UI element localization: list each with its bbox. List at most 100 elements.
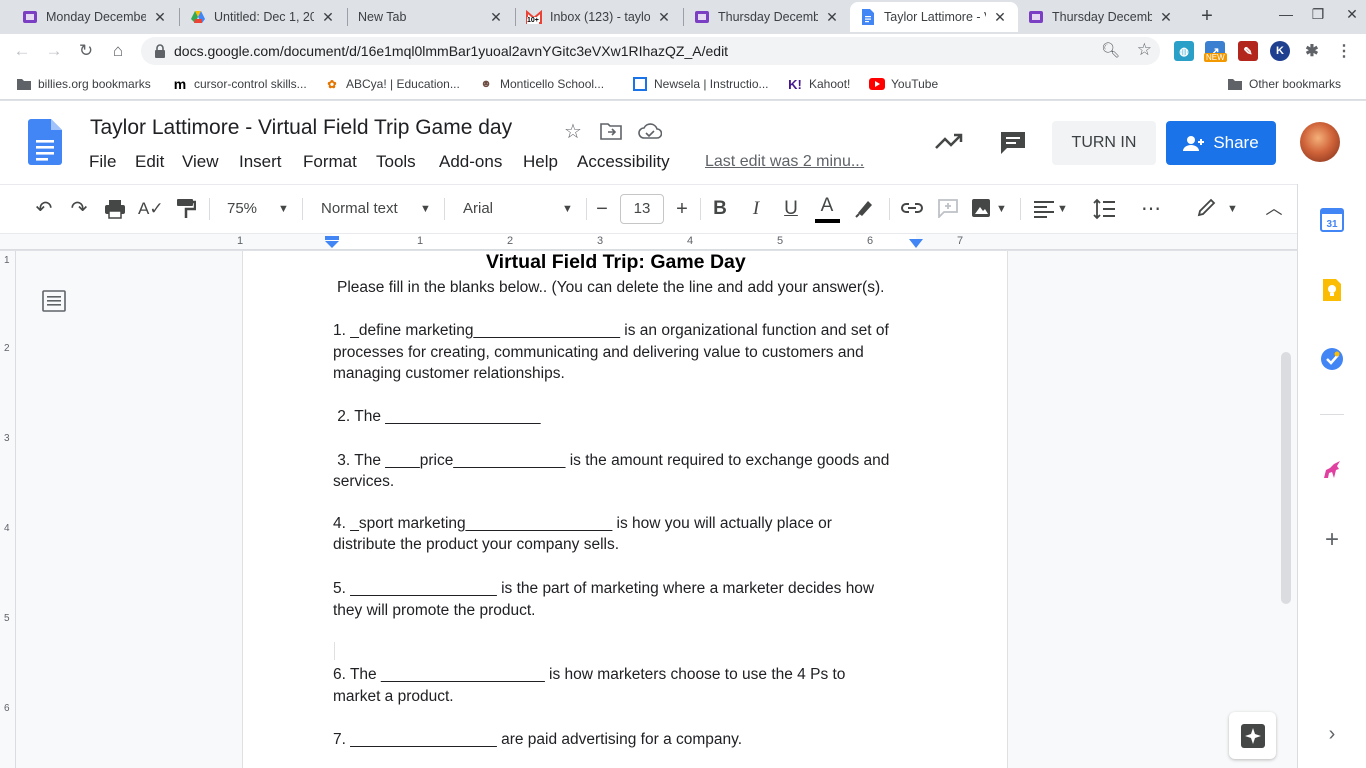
last-edit-link[interactable]: Last edit was 2 minu... bbox=[705, 153, 864, 171]
document-line[interactable]: managing customer relationships. bbox=[333, 363, 565, 385]
menu-addons[interactable]: Add-ons bbox=[439, 152, 502, 172]
browser-tab-4[interactable]: 10+ Inbox (123) - taylor ✕ bbox=[516, 2, 682, 32]
bookmark-kahoot[interactable]: K! Kahoot! bbox=[787, 76, 850, 92]
reload-icon[interactable]: ↻ bbox=[74, 40, 98, 62]
zoom-magnifier-icon[interactable]: 🔍︎ bbox=[1101, 41, 1120, 59]
vertical-scrollbar[interactable] bbox=[1281, 352, 1291, 604]
bookmark-star-icon[interactable]: ☆ bbox=[1137, 40, 1152, 60]
document-line[interactable]: 2. The __________________ bbox=[333, 406, 540, 428]
unicorn-addon-icon[interactable] bbox=[1320, 458, 1344, 482]
zoom-select[interactable]: 75% bbox=[227, 196, 257, 222]
close-icon[interactable]: ✕ bbox=[1158, 9, 1174, 26]
document-line[interactable]: they will promote the product. bbox=[333, 600, 535, 622]
highlight-pen-icon[interactable] bbox=[854, 198, 876, 218]
menu-view[interactable]: View bbox=[182, 152, 219, 172]
horizontal-ruler[interactable]: 1 1 2 3 4 5 6 7 bbox=[0, 234, 1297, 250]
comment-icon[interactable] bbox=[999, 130, 1027, 156]
link-icon[interactable] bbox=[900, 200, 924, 216]
close-icon[interactable]: ✕ bbox=[824, 9, 840, 26]
document-line[interactable]: 4. _sport marketing_________________ is … bbox=[333, 513, 832, 535]
document-instructions[interactable]: Please fill in the blanks below.. (You c… bbox=[337, 277, 884, 299]
browser-tab-2[interactable]: Untitled: Dec 1, 202 ✕ bbox=[180, 2, 346, 32]
document-heading[interactable]: Virtual Field Trip: Game Day bbox=[486, 251, 746, 274]
address-bar[interactable]: docs.google.com/document/d/16e1mql0lmmBa… bbox=[141, 37, 1160, 65]
undo-icon[interactable]: ↶ bbox=[32, 196, 56, 222]
vertical-ruler[interactable]: 1 2 3 4 5 6 bbox=[0, 251, 16, 768]
menu-file[interactable]: File bbox=[89, 152, 116, 172]
add-comment-icon[interactable] bbox=[937, 198, 959, 218]
close-icon[interactable]: ✕ bbox=[992, 9, 1008, 26]
print-icon[interactable] bbox=[104, 199, 126, 219]
chevron-down-icon[interactable]: ▼ bbox=[996, 196, 1007, 222]
menu-edit[interactable]: Edit bbox=[135, 152, 164, 172]
document-line[interactable]: 1. _define marketing_________________ is… bbox=[333, 320, 889, 342]
left-indent-marker-icon[interactable] bbox=[324, 236, 340, 248]
add-addon-plus-icon[interactable]: + bbox=[1320, 528, 1344, 552]
browser-tab-6-active[interactable]: Taylor Lattimore - V ✕ bbox=[850, 2, 1018, 32]
line-spacing-icon[interactable] bbox=[1092, 198, 1116, 220]
document-line[interactable]: 6. The ___________________ is how market… bbox=[333, 664, 845, 686]
window-close-icon[interactable]: ✕ bbox=[1340, 6, 1364, 26]
home-icon[interactable]: ⌂ bbox=[106, 40, 130, 62]
bookmark-newsela[interactable]: Newsela | Instructio... bbox=[632, 76, 769, 92]
document-line[interactable]: market a product. bbox=[333, 686, 454, 708]
minimize-icon[interactable]: — bbox=[1274, 6, 1298, 26]
new-tab-plus-icon[interactable]: + bbox=[1196, 5, 1218, 27]
docs-logo-icon[interactable] bbox=[28, 119, 62, 165]
paragraph-style-select[interactable]: Normal text bbox=[321, 196, 398, 222]
activity-trend-icon[interactable] bbox=[934, 131, 964, 151]
cloud-saved-icon[interactable] bbox=[638, 122, 662, 140]
menu-insert[interactable]: Insert bbox=[239, 152, 282, 172]
back-arrow-icon[interactable]: ← bbox=[10, 40, 34, 62]
document-line[interactable]: distribute the product your company sell… bbox=[333, 534, 619, 556]
editing-mode-pencil-icon[interactable] bbox=[1196, 198, 1218, 218]
avatar[interactable] bbox=[1300, 122, 1340, 162]
document-line[interactable]: processes for creating, communicating an… bbox=[333, 342, 864, 364]
document-line[interactable]: 7. _________________ are paid advertisin… bbox=[333, 729, 742, 751]
document-line[interactable]: 5. _________________ is the part of mark… bbox=[333, 578, 874, 600]
chevron-down-icon[interactable]: ▼ bbox=[1227, 196, 1238, 222]
extensions-puzzle-icon[interactable]: ✱ bbox=[1302, 41, 1322, 61]
decrease-font-size-button[interactable]: − bbox=[590, 196, 614, 222]
bookmark-cursor-control[interactable]: m cursor-control skills... bbox=[172, 76, 307, 92]
extension-k-icon[interactable]: K bbox=[1270, 41, 1290, 61]
tasks-icon[interactable] bbox=[1320, 347, 1344, 371]
bookmark-monticello[interactable]: ☻ Monticello School... bbox=[478, 76, 604, 92]
bookmark-abcya[interactable]: ✿ ABCya! | Education... bbox=[324, 76, 459, 92]
move-folder-icon[interactable] bbox=[600, 122, 622, 140]
turn-in-button[interactable]: TURN IN bbox=[1052, 121, 1156, 165]
spellcheck-icon[interactable]: A✓ bbox=[138, 196, 164, 222]
menu-format[interactable]: Format bbox=[303, 152, 357, 172]
chrome-menu-icon[interactable]: ⋮ bbox=[1334, 41, 1354, 61]
close-icon[interactable]: ✕ bbox=[320, 9, 336, 26]
chevron-down-icon[interactable]: ▼ bbox=[1057, 196, 1068, 222]
font-size-input[interactable]: 13 bbox=[620, 194, 664, 224]
text-color-icon[interactable]: A bbox=[815, 193, 839, 219]
menu-accessibility[interactable]: Accessibility bbox=[577, 152, 670, 172]
extension-globe-icon[interactable]: ◍ bbox=[1174, 41, 1194, 61]
italic-icon[interactable]: I bbox=[744, 196, 768, 222]
font-select[interactable]: Arial bbox=[463, 196, 493, 222]
document-line[interactable]: 3. The ____price_____________ is the amo… bbox=[333, 450, 889, 472]
document-line[interactable]: services. bbox=[333, 471, 394, 493]
browser-tab-7[interactable]: Thursday Decembe ✕ bbox=[1018, 2, 1184, 32]
browser-tab-1[interactable]: Monday December ✕ bbox=[12, 2, 178, 32]
hide-menus-chevron-up-icon[interactable]: ︿ bbox=[1262, 196, 1286, 222]
align-left-icon[interactable] bbox=[1033, 200, 1055, 218]
explore-button[interactable] bbox=[1229, 712, 1276, 759]
bookmark-billies[interactable]: billies.org bookmarks bbox=[16, 76, 151, 92]
restore-icon[interactable]: ❐ bbox=[1306, 6, 1330, 26]
keep-icon[interactable] bbox=[1320, 278, 1344, 302]
bold-icon[interactable]: B bbox=[708, 196, 732, 222]
close-icon[interactable]: ✕ bbox=[152, 9, 168, 26]
underline-icon[interactable]: U bbox=[779, 196, 803, 222]
bookmark-other[interactable]: Other bookmarks bbox=[1227, 76, 1341, 92]
increase-font-size-button[interactable]: + bbox=[670, 196, 694, 222]
chevron-down-icon[interactable]: ▼ bbox=[278, 196, 289, 222]
paint-format-icon[interactable] bbox=[176, 198, 196, 220]
extension-red-icon[interactable]: ✎ bbox=[1238, 41, 1258, 61]
browser-tab-5[interactable]: Thursday Decembe ✕ bbox=[684, 2, 850, 32]
close-icon[interactable]: ✕ bbox=[656, 9, 672, 26]
star-icon[interactable]: ☆ bbox=[564, 119, 582, 144]
browser-tab-3[interactable]: New Tab ✕ bbox=[348, 2, 514, 32]
